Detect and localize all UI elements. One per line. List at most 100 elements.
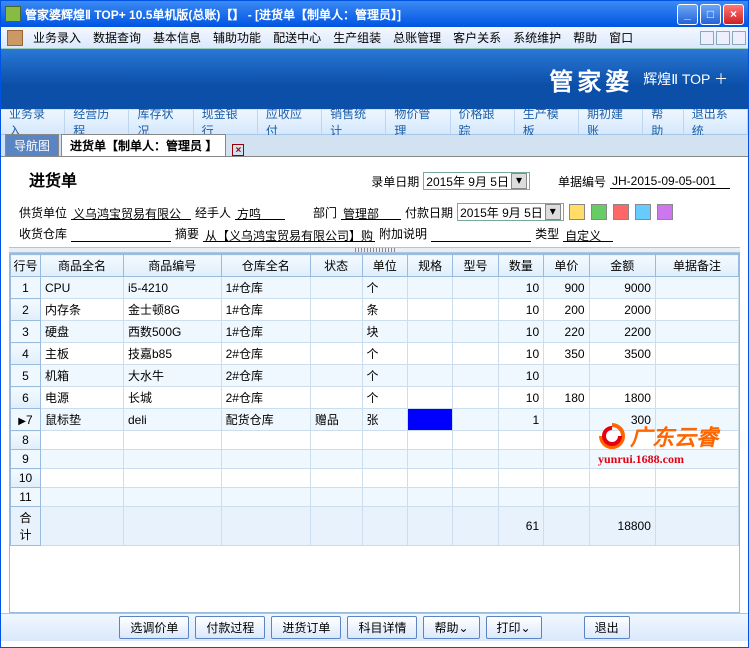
summary-label: 摘要 [175, 225, 199, 242]
doc-heading: 进货单 [19, 163, 87, 199]
column-header[interactable]: 商品全名 [41, 255, 124, 277]
column-header[interactable]: 数量 [498, 255, 543, 277]
brand-subtitle: 辉煌Ⅱ TOP ＋ [643, 69, 728, 89]
note-label: 附加说明 [379, 225, 427, 242]
tool-button[interactable]: 退出系统 [684, 110, 748, 134]
close-button[interactable]: × [723, 4, 744, 25]
bill-no-field[interactable]: JH-2015-09-05-001 [610, 173, 730, 189]
toolbar: 业务录入 经营历程 库存状况 现金银行 应收应付 销售统计 物价管理 价格跟踪 … [1, 109, 748, 135]
mdi-close-icon[interactable] [732, 31, 746, 45]
tab-nav[interactable]: 导航图 [5, 134, 59, 156]
button-bar: 选调价单 付款过程 进货订单 科目详情 帮助⌄ 打印⌄ 退出 [1, 613, 748, 641]
column-header[interactable]: 状态 [310, 255, 362, 277]
tool-button[interactable]: 经营历程 [65, 110, 129, 134]
column-header[interactable]: 单位 [362, 255, 407, 277]
button[interactable]: 打印⌄ [486, 616, 542, 639]
tab-label: 进货单【制单人：管理员 】 [70, 139, 217, 153]
menu-item[interactable]: 基本信息 [147, 27, 207, 48]
summary-field[interactable]: 从【义乌鸿宝贸易有限公司】购 [203, 226, 375, 242]
tool-button[interactable]: 应收应付 [258, 110, 322, 134]
tool-button[interactable]: 业务录入 [1, 110, 65, 134]
menu-item[interactable]: 系统维护 [507, 27, 567, 48]
supplier-label: 供货单位 [19, 204, 67, 221]
dept-label: 部门 [313, 204, 337, 221]
total-row: 合计6118800 [11, 507, 739, 546]
menu-item[interactable]: 配送中心 [267, 27, 327, 48]
warehouse-field[interactable] [71, 226, 171, 242]
brand-logo: 管家婆 [549, 62, 633, 97]
table-row[interactable]: 9 [11, 450, 739, 469]
table-row[interactable]: 1CPUi5-42101#仓库个109009000 [11, 277, 739, 299]
dropdown-icon[interactable]: ▾ [545, 204, 561, 220]
tool-button[interactable]: 库存状况 [129, 110, 193, 134]
supplier-field[interactable]: 义乌鸿宝贸易有限公 [71, 204, 191, 220]
cat-label: 类型 [535, 225, 559, 242]
table-row[interactable]: 10 [11, 469, 739, 488]
table-row[interactable]: 3硬盘西数500G1#仓库块102202200 [11, 321, 739, 343]
action-icon[interactable] [635, 204, 651, 220]
column-header[interactable]: 单价 [544, 255, 589, 277]
mdi-restore-icon[interactable] [716, 31, 730, 45]
menubar: 业务录入 数据查询 基本信息 辅助功能 配送中心 生产组装 总账管理 客户关系 … [1, 27, 748, 49]
table-row[interactable]: ▶7鼠标垫deli配货仓库赠品张1300 [11, 409, 739, 431]
menu-item[interactable]: 窗口 [603, 27, 639, 48]
column-header[interactable]: 行号 [11, 255, 41, 277]
items-grid[interactable]: 行号商品全名商品编号仓库全名状态单位规格型号数量单价金额单据备注1CPUi5-4… [9, 253, 740, 613]
column-header[interactable]: 单据备注 [655, 255, 738, 277]
menu-item[interactable]: 客户关系 [447, 27, 507, 48]
tool-button[interactable]: 期初建账 [579, 110, 643, 134]
entry-date-picker[interactable]: 2015年 9月 5日▾ [423, 172, 530, 190]
button[interactable]: 选调价单 [119, 616, 189, 639]
action-icon[interactable] [591, 204, 607, 220]
column-header[interactable]: 规格 [407, 255, 452, 277]
menu-item[interactable]: 数据查询 [87, 27, 147, 48]
table-row[interactable]: 8 [11, 431, 739, 450]
tab-close-icon[interactable]: × [232, 144, 244, 156]
dropdown-icon[interactable]: ▾ [511, 173, 527, 189]
document-body: 进货单 录单日期 2015年 9月 5日▾ 单据编号 JH-2015-09-05… [1, 157, 748, 647]
table-row[interactable]: 2内存条金士顿8G1#仓库条102002000 [11, 299, 739, 321]
column-header[interactable]: 型号 [453, 255, 498, 277]
handler-field[interactable]: 方鸣 [235, 204, 285, 220]
tool-button[interactable]: 生产模板 [515, 110, 579, 134]
dept-field[interactable]: 管理部 [341, 204, 401, 220]
app-icon [5, 6, 21, 22]
maximize-button[interactable]: □ [700, 4, 721, 25]
button[interactable]: 帮助⌄ [423, 616, 479, 639]
banner: 管家婆 辉煌Ⅱ TOP ＋ [1, 49, 748, 109]
table-row[interactable]: 4主板技嘉b852#仓库个103503500 [11, 343, 739, 365]
tool-button[interactable]: 现金银行 [194, 110, 258, 134]
table-row[interactable]: 5机箱大水牛2#仓库个10 [11, 365, 739, 387]
menu-item[interactable]: 总账管理 [387, 27, 447, 48]
tab-purchase-order[interactable]: 进货单【制单人：管理员 】 [61, 134, 226, 156]
bill-no-label: 单据编号 [558, 173, 606, 190]
paydate-picker[interactable]: 2015年 9月 5日▾ [457, 203, 564, 221]
table-row[interactable]: 6电源长城2#仓库个101801800 [11, 387, 739, 409]
titlebar: 管家婆辉煌Ⅱ TOP+ 10.5单机版(总账)【】 - [进货单【制单人：管理员… [1, 1, 748, 27]
cat-field[interactable]: 自定义 [563, 226, 613, 242]
window-title: 管家婆辉煌Ⅱ TOP+ 10.5单机版(总账)【】 - [进货单【制单人：管理员… [25, 6, 675, 23]
button[interactable]: 科目详情 [347, 616, 417, 639]
mdi-min-icon[interactable] [700, 31, 714, 45]
action-icon[interactable] [657, 204, 673, 220]
note-field[interactable] [431, 226, 531, 242]
column-header[interactable]: 金额 [589, 255, 655, 277]
exit-button[interactable]: 退出 [584, 616, 630, 639]
tool-button[interactable]: 价格跟踪 [451, 110, 515, 134]
action-icon[interactable] [613, 204, 629, 220]
table-row[interactable]: 11 [11, 488, 739, 507]
entry-date-label: 录单日期 [371, 173, 419, 190]
button[interactable]: 进货订单 [271, 616, 341, 639]
column-header[interactable]: 商品编号 [123, 255, 221, 277]
action-icon[interactable] [569, 204, 585, 220]
minimize-button[interactable]: _ [677, 4, 698, 25]
tool-button[interactable]: 物价管理 [386, 110, 450, 134]
menu-item[interactable]: 帮助 [567, 27, 603, 48]
column-header[interactable]: 仓库全名 [221, 255, 310, 277]
button[interactable]: 付款过程 [195, 616, 265, 639]
menu-item[interactable]: 业务录入 [27, 27, 87, 48]
tool-button[interactable]: 销售统计 [322, 110, 386, 134]
menu-item[interactable]: 生产组装 [327, 27, 387, 48]
tool-button[interactable]: 帮助 [643, 110, 684, 134]
menu-item[interactable]: 辅助功能 [207, 27, 267, 48]
